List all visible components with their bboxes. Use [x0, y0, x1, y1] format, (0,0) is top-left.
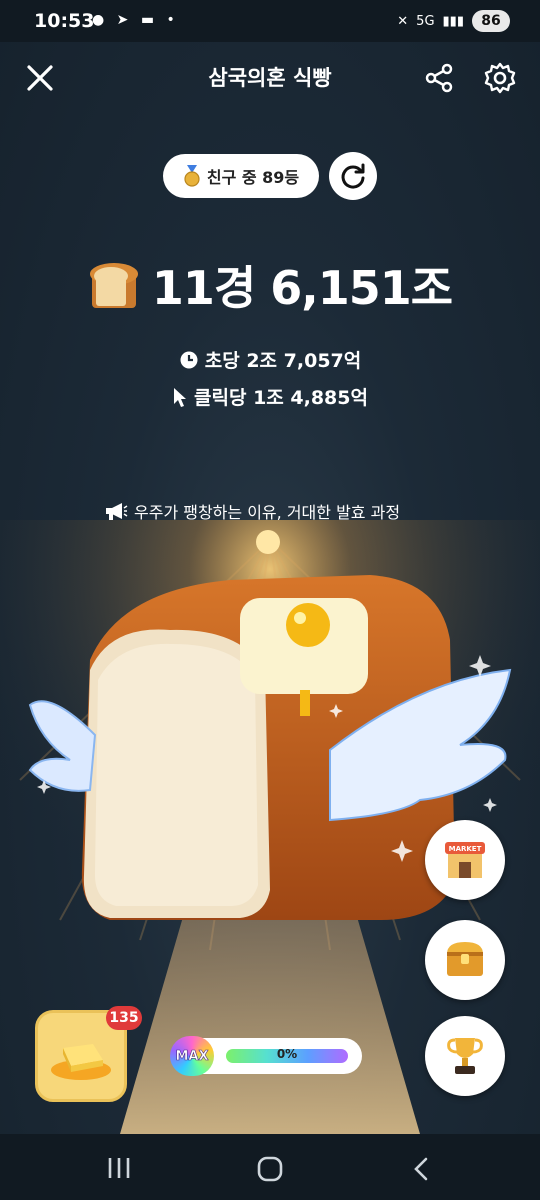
back-button[interactable] — [410, 1156, 434, 1186]
butter-icon — [51, 1044, 111, 1080]
page-title: 삼국의혼 식빵 — [208, 66, 332, 90]
megaphone-icon — [106, 503, 128, 520]
bread-icon — [89, 263, 138, 308]
treasure-chest-button[interactable] — [425, 920, 505, 1000]
friend-rank-pill[interactable]: 친구 중 89등 — [163, 154, 319, 198]
refresh-icon — [341, 163, 365, 189]
dot-icon: • — [166, 12, 179, 28]
clock-icon — [180, 351, 198, 368]
notification-icons: ● ➤ ▬ • — [92, 12, 179, 28]
status-time: 10:53 — [34, 10, 95, 32]
mute-icon: ✕ — [397, 13, 409, 29]
talk-icon: ● — [92, 12, 109, 28]
trophy-button[interactable] — [425, 1016, 505, 1096]
per-second-label: 초당 2조 7,057억 — [204, 350, 362, 372]
per-click-label: 클릭당 1조 4,885억 — [194, 387, 368, 409]
share-icon — [425, 63, 453, 93]
settings-button[interactable] — [480, 58, 520, 98]
signal-icon: ▮▮▮ — [442, 13, 464, 29]
telegram-icon: ➤ — [116, 12, 133, 28]
home-button[interactable] — [256, 1155, 284, 1187]
butter-count-badge: 135 — [106, 1006, 142, 1030]
home-icon — [257, 1156, 283, 1182]
total-bread-row: 11경 6,151조 — [0, 252, 540, 318]
refresh-button[interactable] — [329, 152, 377, 200]
market-label: MARKET — [449, 845, 482, 853]
gear-icon — [484, 62, 516, 94]
recent-apps-icon — [108, 1158, 130, 1178]
rank-label: 친구 중 89등 — [206, 168, 300, 187]
max-badge[interactable]: MAX — [170, 1036, 214, 1076]
sun-glow-icon — [256, 530, 280, 554]
back-icon — [414, 1157, 428, 1181]
share-button[interactable] — [419, 58, 459, 98]
treasure-chest-icon — [447, 942, 483, 976]
market-icon: MARKET — [445, 842, 485, 878]
total-bread-value: 11경 6,151조 — [151, 261, 453, 315]
medal-icon — [184, 165, 200, 187]
cursor-icon — [174, 387, 187, 407]
recent-apps-button[interactable] — [106, 1156, 132, 1184]
status-right: ✕ 5G ▮▮▮ 86 — [397, 10, 510, 32]
network-label: 5G — [416, 13, 435, 29]
per-click-row: 클릭당 1조 4,885억 — [0, 383, 540, 410]
shoe-icon: ▬ — [140, 12, 159, 28]
progress-percent: 0% — [276, 1047, 298, 1061]
market-button[interactable]: MARKET — [425, 820, 505, 900]
trophy-icon — [447, 1038, 483, 1074]
battery-indicator: 86 — [472, 10, 510, 32]
per-second-row: 초당 2조 7,057억 — [0, 346, 540, 373]
